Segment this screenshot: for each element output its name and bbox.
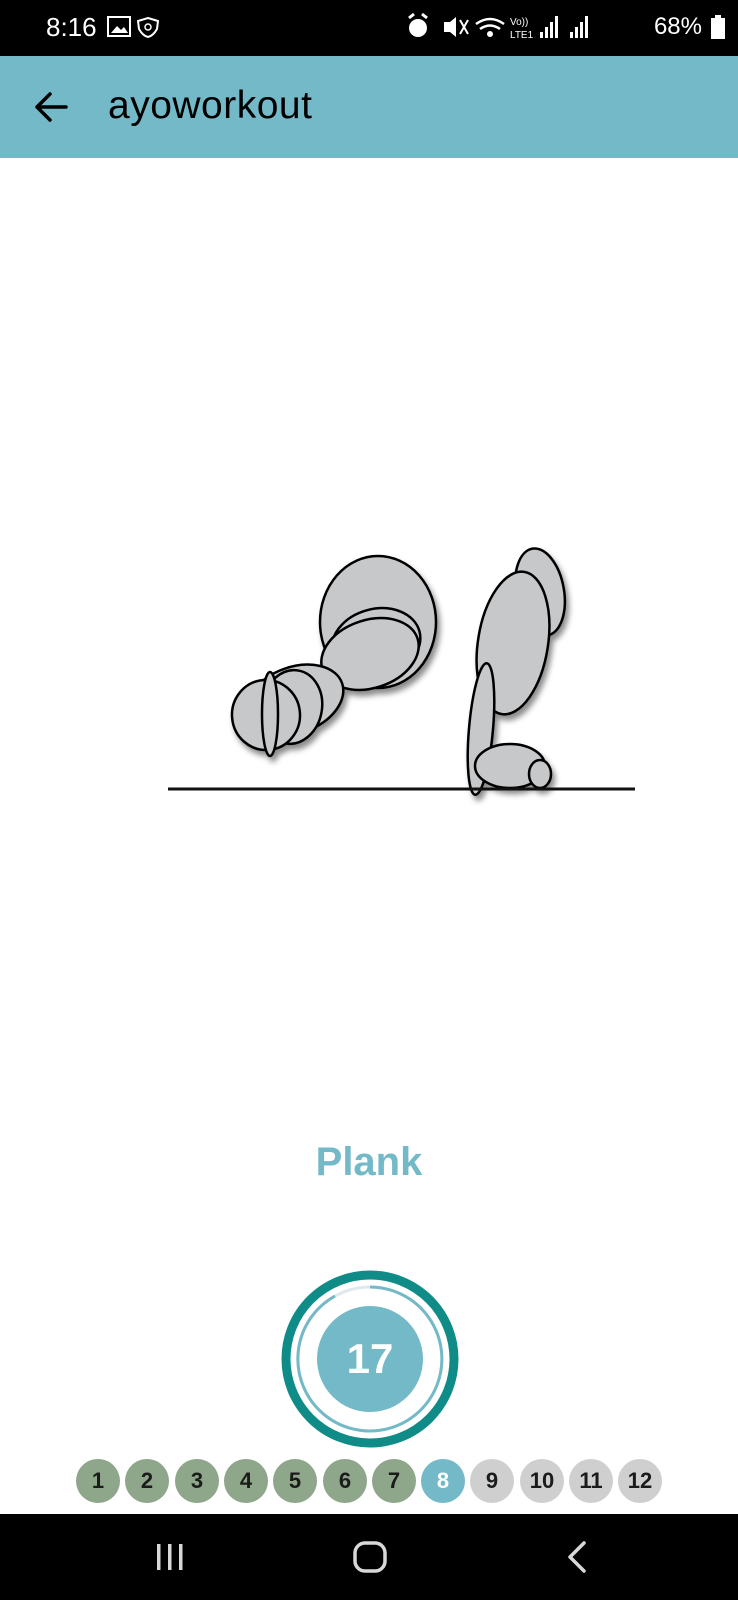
step-dot-2: 2: [125, 1459, 169, 1503]
alarm-icon: [408, 12, 428, 37]
battery-percentage: 68%: [653, 13, 702, 40]
step-dot-10: 10: [520, 1459, 564, 1503]
arrow-back-icon[interactable]: [34, 90, 68, 124]
status-right-icons: Vo)) LTE1 68%: [406, 12, 726, 42]
status-time: 8:16: [46, 12, 97, 42]
step-dot-1: 1: [76, 1459, 120, 1503]
plank-illustration: [168, 547, 635, 797]
nav-back-icon[interactable]: [558, 1540, 598, 1574]
battery-icon: [711, 15, 725, 39]
gallery-icon: [107, 16, 131, 37]
system-status-icons: Vo)) LTE1: [408, 12, 588, 41]
step-dot-3: 3: [175, 1459, 219, 1503]
step-dot-7: 7: [372, 1459, 416, 1503]
signal-icon-2: [569, 16, 588, 38]
figure-shin: [260, 670, 280, 758]
exercise-name: Plank: [315, 1140, 423, 1184]
figure-fingers: [527, 758, 553, 790]
shield-icon: [136, 16, 160, 39]
svg-text:Vo)): Vo)): [510, 17, 528, 28]
app-bar: ayoworkout: [0, 56, 738, 158]
wifi-icon: [475, 17, 505, 37]
svg-text:LTE1: LTE1: [510, 30, 534, 41]
timer-value: 17: [346, 1335, 394, 1382]
app-title: ayoworkout: [108, 84, 313, 127]
step-dot-5: 5: [273, 1459, 317, 1503]
status-left-icons: [106, 14, 166, 45]
lte-icon: Vo)) LTE1: [510, 17, 534, 41]
step-dot-4: 4: [224, 1459, 268, 1503]
signal-icon-1: [539, 16, 558, 38]
step-dot-8: 8: [421, 1459, 465, 1503]
navigation-bar: [0, 1514, 738, 1600]
step-dot-12: 12: [618, 1459, 662, 1503]
home-icon[interactable]: [350, 1540, 390, 1574]
step-dot-6: 6: [323, 1459, 367, 1503]
recents-icon[interactable]: [150, 1540, 190, 1574]
step-dot-9: 9: [470, 1459, 514, 1503]
countdown-timer: 17: [278, 1267, 462, 1451]
step-dot-11: 11: [569, 1459, 613, 1503]
exercise-progress: 1 2 3 4 5 6 7 8 9 10 11 12: [76, 1459, 668, 1507]
mute-icon: [443, 17, 469, 37]
status-bar: 8:16 Vo)) LTE1 68%: [0, 0, 738, 56]
